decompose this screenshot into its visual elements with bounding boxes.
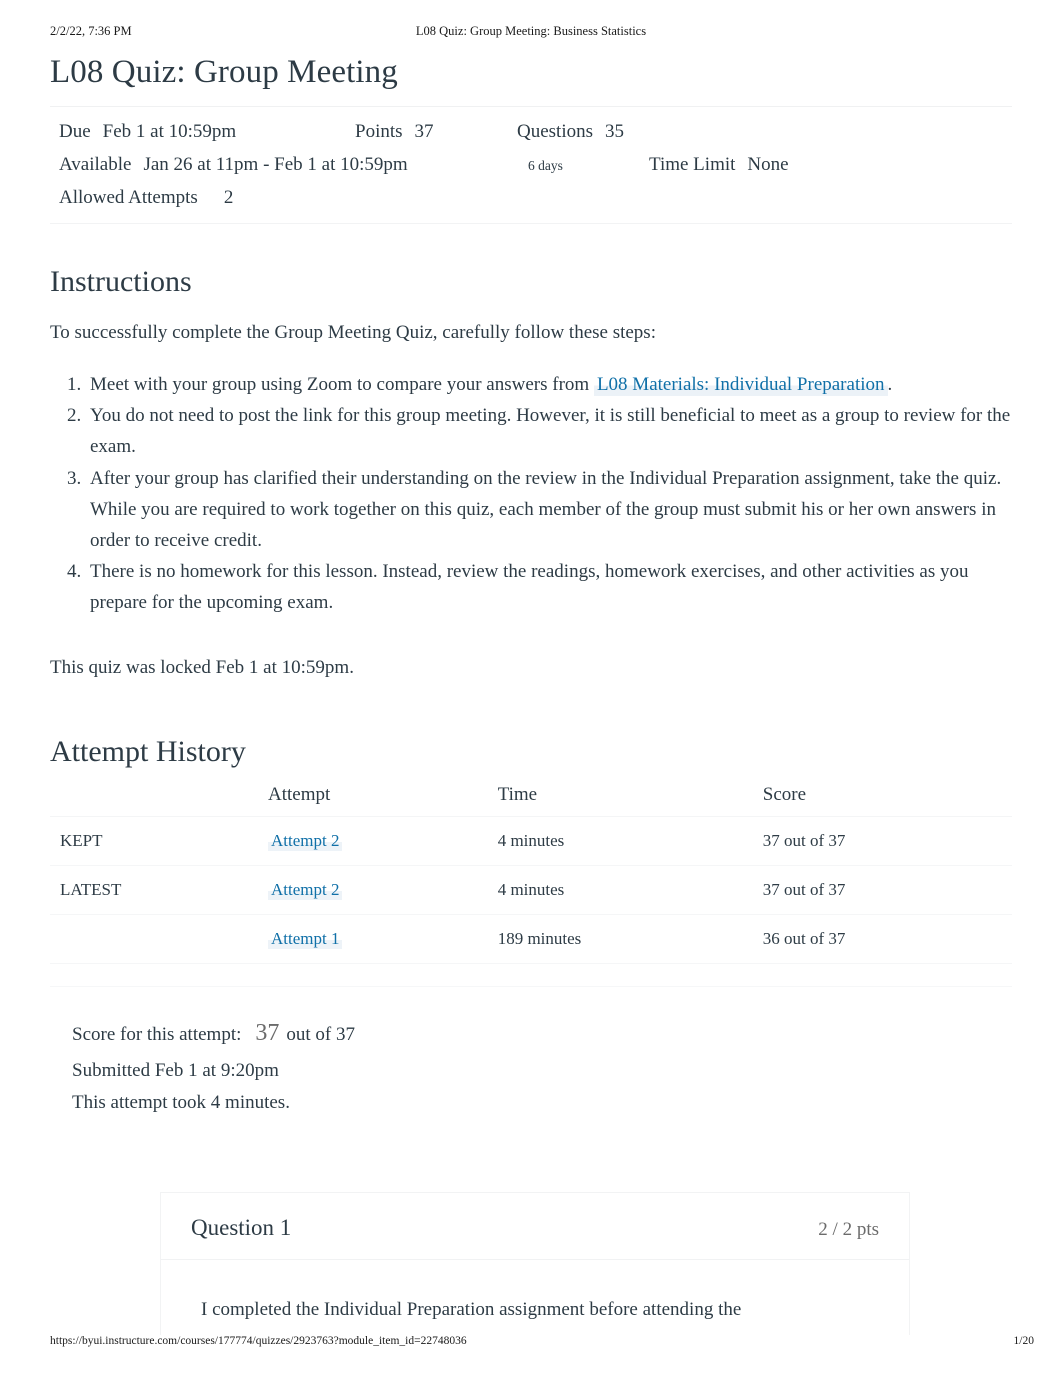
print-header: 2/2/22, 7:36 PM L08 Quiz: Group Meeting:… <box>0 24 1062 40</box>
print-footer: https://byui.instructure.com/courses/177… <box>0 1335 1062 1351</box>
attempt-cell: Attempt 2 <box>267 865 498 916</box>
page-title: L08 Quiz: Group Meeting <box>50 54 398 90</box>
attempt-flag <box>50 914 268 965</box>
list-item: There is no homework for this lesson. In… <box>86 557 1012 619</box>
score-line: Score for this attempt: 37 out of 37 <box>72 1013 1012 1054</box>
print-header-title: L08 Quiz: Group Meeting: Business Statis… <box>415 24 647 38</box>
metadata-row-1: Due Feb 1 at 10:59pm Points 37 Questions… <box>50 116 1012 149</box>
table-header-row: Attempt Time Score <box>50 780 1012 818</box>
attempt-time: 189 minutes <box>497 914 763 965</box>
list-item: You do not need to post the link for thi… <box>86 401 1012 463</box>
step-1-text-before: Meet with your group using Zoom to compa… <box>90 373 594 395</box>
attempt-link[interactable]: Attempt 2 <box>267 830 343 852</box>
question-card: Question 1 2 / 2 pts I completed the Ind… <box>160 1192 910 1335</box>
allowed-attempts-label: Allowed Attempts <box>59 186 198 208</box>
attempt-duration: This attempt took 4 minutes. <box>72 1092 290 1114</box>
score-suffix: out of 37 <box>286 1024 355 1046</box>
instructions-heading: Instructions <box>50 265 192 299</box>
available-duration-cell: 6 days <box>520 154 640 177</box>
points-value: 37 <box>414 121 434 143</box>
due-cell: Due Feb 1 at 10:59pm <box>50 116 346 149</box>
attempt-score: 37 out of 37 <box>762 816 1012 867</box>
table-row: LATEST Attempt 2 4 minutes 37 out of 37 <box>50 865 1012 916</box>
time-limit-value: None <box>747 153 789 175</box>
points-cell: Points 37 <box>346 116 508 149</box>
available-label: Available <box>59 153 132 175</box>
column-header-time: Time <box>497 780 763 818</box>
print-footer-page-number: 1/20 <box>1013 1335 1034 1347</box>
available-value: Jan 26 at 11pm - Feb 1 at 10:59pm <box>143 153 408 175</box>
attempt-cell: Attempt 2 <box>267 816 498 867</box>
question-points: 2 / 2 pts <box>818 1219 879 1240</box>
question-name: Question 1 <box>191 1215 292 1240</box>
instructions-intro: To successfully complete the Group Meeti… <box>50 322 656 344</box>
attempt-link[interactable]: Attempt 1 <box>267 928 343 950</box>
attempt-time: 4 minutes <box>497 865 763 916</box>
quiz-metadata: Due Feb 1 at 10:59pm Points 37 Questions… <box>50 106 1012 225</box>
column-header-attempt: Attempt <box>267 780 498 818</box>
due-value: Feb 1 at 10:59pm <box>102 121 237 143</box>
time-limit-cell: Time Limit None <box>640 149 880 182</box>
attempt-score: 37 out of 37 <box>762 865 1012 916</box>
points-label: Points <box>355 121 403 143</box>
question-header: Question 1 2 / 2 pts <box>161 1193 909 1260</box>
attempt-cell: Attempt 1 <box>267 914 498 965</box>
column-header-flag <box>50 780 268 818</box>
available-cell: Available Jan 26 at 11pm - Feb 1 at 10:5… <box>50 149 520 182</box>
metadata-row-3: Allowed Attempts 2 <box>50 182 1012 215</box>
questions-value: 35 <box>605 121 624 143</box>
page-content: L08 Quiz: Group Meeting Due Feb 1 at 10:… <box>50 52 1012 1120</box>
due-label: Due <box>59 121 91 143</box>
quiz-locked-notice: This quiz was locked Feb 1 at 10:59pm. <box>50 656 354 678</box>
table-spacer-row <box>50 963 1012 988</box>
attempt-score: 36 out of 37 <box>762 914 1012 965</box>
column-header-score: Score <box>762 780 1012 818</box>
score-summary: Score for this attempt: 37 out of 37 Sub… <box>72 1013 1012 1120</box>
submitted-timestamp: Submitted Feb 1 at 9:20pm <box>72 1059 279 1081</box>
list-item: After your group has clarified their und… <box>86 464 1012 556</box>
metadata-row-2: Available Jan 26 at 11pm - Feb 1 at 10:5… <box>50 149 1012 182</box>
attempt-time: 4 minutes <box>497 816 763 867</box>
questions-cell: Questions 35 <box>508 116 698 149</box>
allowed-attempts-value: 2 <box>223 186 234 208</box>
questions-label: Questions <box>517 121 593 143</box>
attempt-history-table: Attempt Time Score KEPT Attempt 2 4 minu… <box>50 780 1012 988</box>
attempt-flag: KEPT <box>50 816 268 867</box>
attempt-flag: LATEST <box>50 865 268 916</box>
list-item: Meet with your group using Zoom to compa… <box>86 370 1012 401</box>
step-1-text-after: . <box>887 373 893 395</box>
attempt-history-heading: Attempt History <box>50 735 246 769</box>
print-footer-url: https://byui.instructure.com/courses/177… <box>50 1335 467 1347</box>
table-row: Attempt 1 189 minutes 36 out of 37 <box>50 914 1012 965</box>
instructions-list: Meet with your group using Zoom to compa… <box>50 370 1012 619</box>
question-text: I completed the Individual Preparation a… <box>201 1299 742 1320</box>
time-limit-label: Time Limit <box>649 153 736 175</box>
table-row: KEPT Attempt 2 4 minutes 37 out of 37 <box>50 816 1012 867</box>
score-label: Score for this attempt: <box>72 1024 242 1046</box>
allowed-attempts-cell: Allowed Attempts 2 <box>50 182 239 215</box>
attempt-link[interactable]: Attempt 2 <box>267 879 343 901</box>
available-duration: 6 days <box>528 157 563 173</box>
score-value: 37 <box>255 1020 280 1047</box>
individual-preparation-link[interactable]: L08 Materials: Individual Preparation <box>593 372 888 396</box>
